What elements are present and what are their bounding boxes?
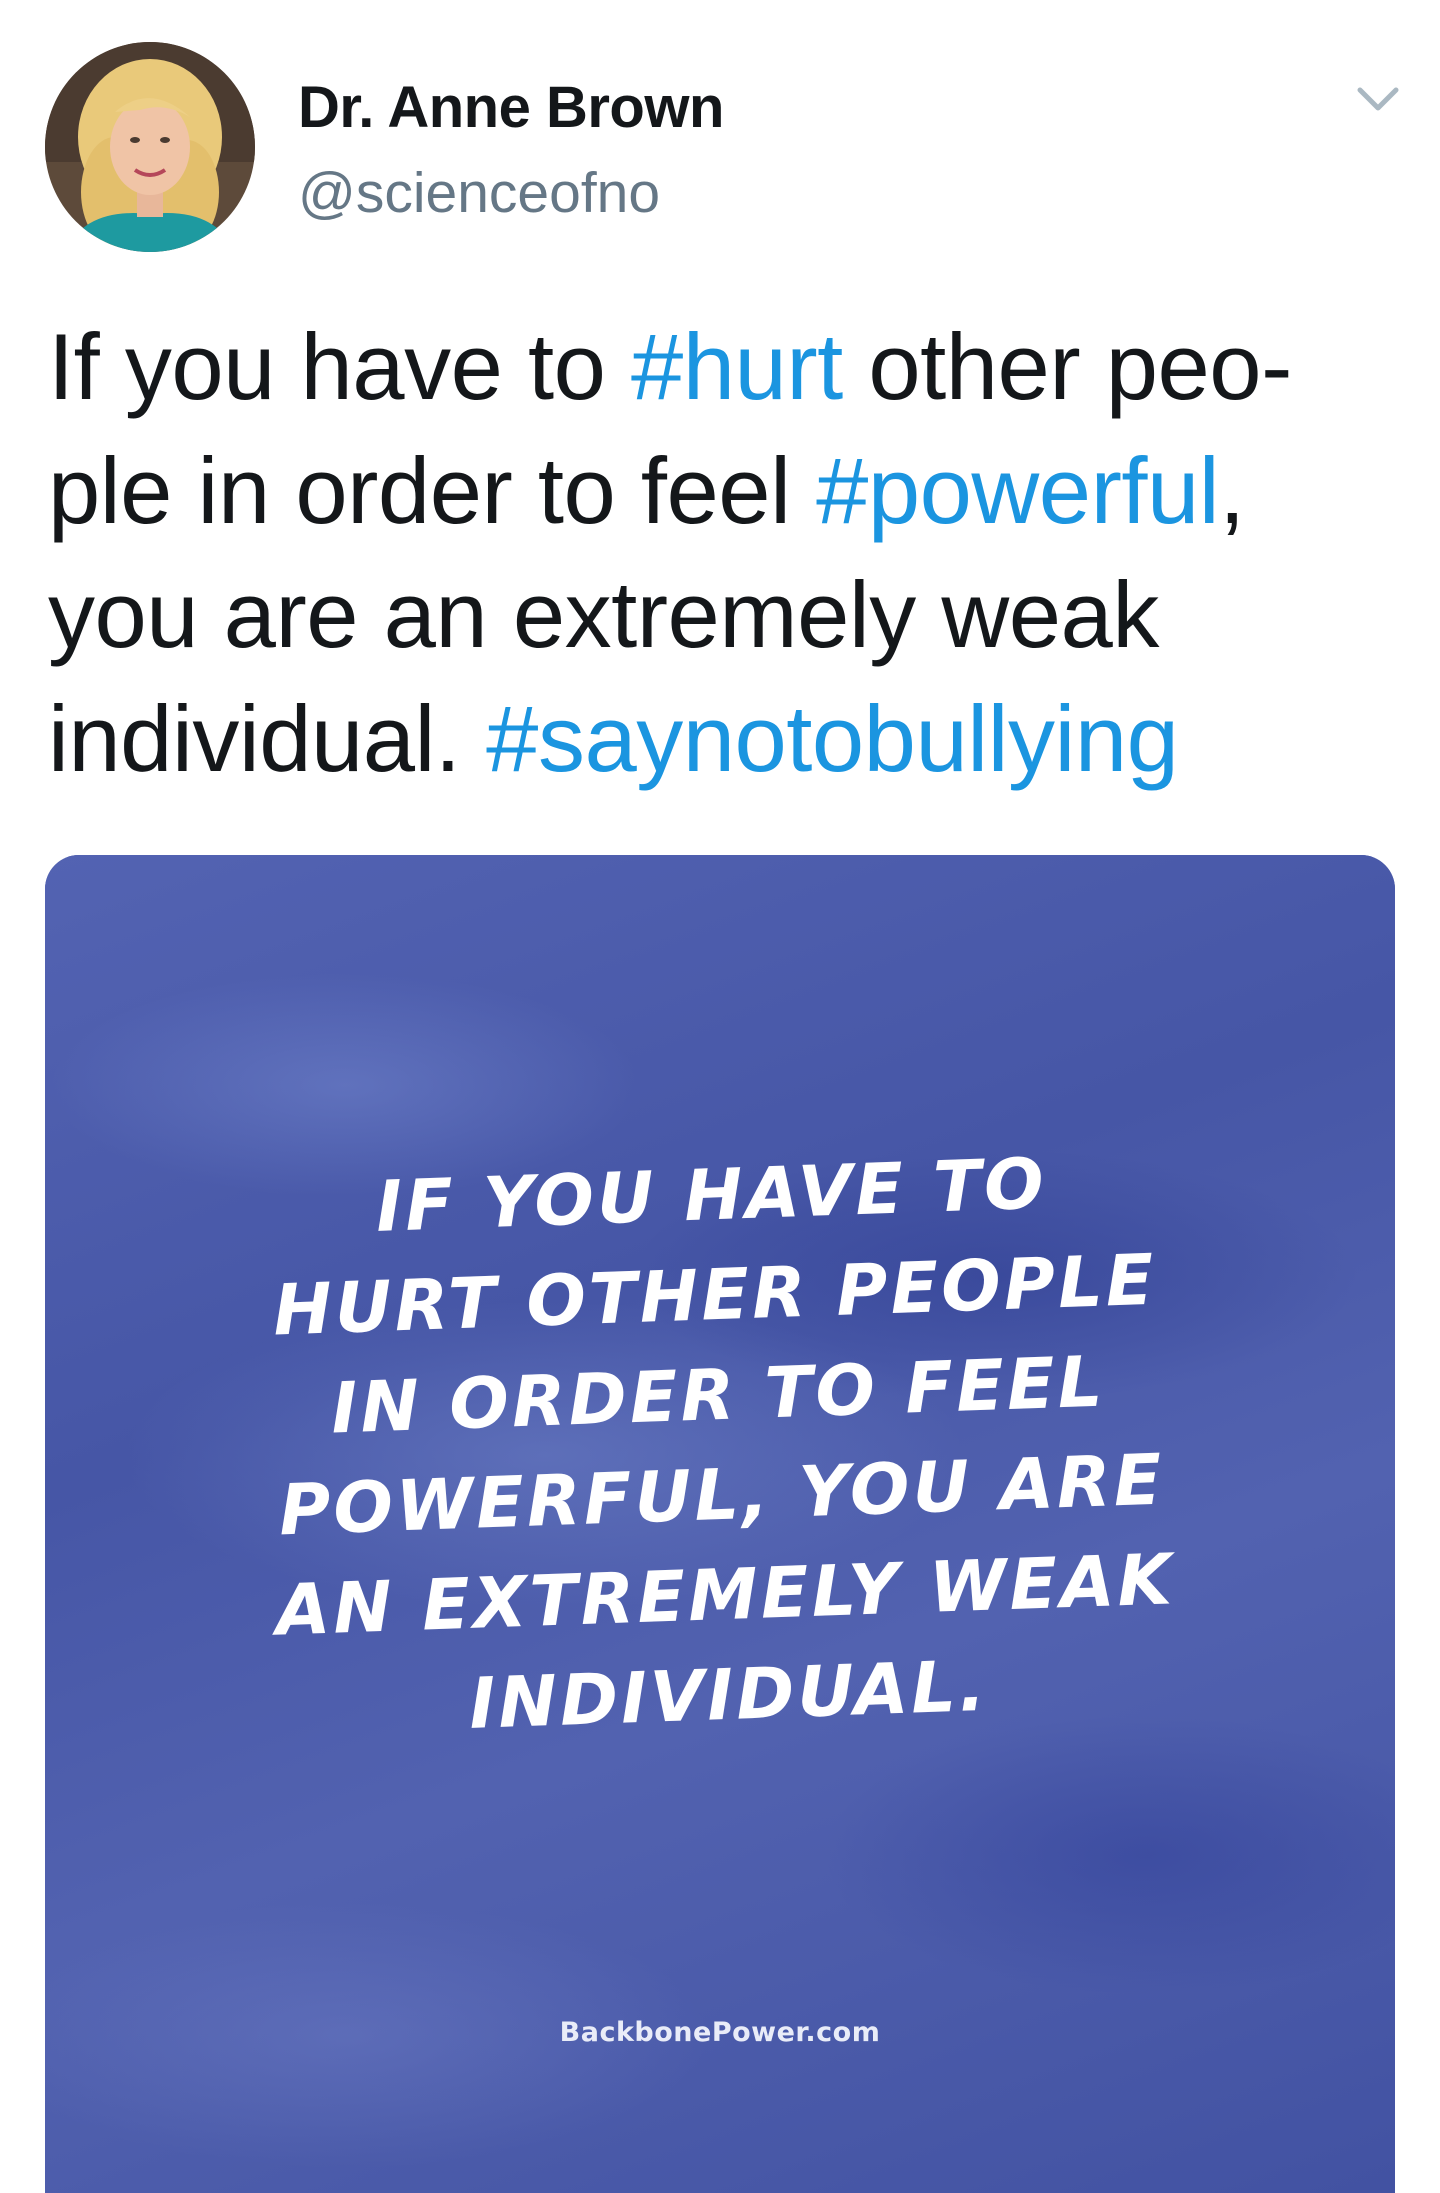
avatar-photo [45,42,255,252]
tweet-text-line: you are an extremely weak [48,562,1159,667]
hashtag-link[interactable]: #hurt [631,314,843,419]
hashtag-link[interactable]: #powerful [816,438,1220,543]
tweet-text-line: individual. #saynotobullying [48,677,1398,801]
tweet-text-fragment: other peo- [842,314,1292,419]
tweet-card: Dr. Anne Brown @scienceofno If you have … [0,0,1440,2193]
tweet-text: If you have to #hurt other peo- ple in o… [48,305,1398,801]
tweet-media-image[interactable]: IF YOU HAVE TO HURT OTHER PEOPLE IN ORDE… [45,855,1395,2193]
quote-text: IF YOU HAVE TO HURT OTHER PEOPLE IN ORDE… [45,1122,1395,1769]
tweet-text-line: ple in order to feel #powerful, [48,429,1398,553]
tweet-text-fragment: , [1219,438,1245,543]
author-name[interactable]: Dr. Anne Brown [298,74,724,141]
tweet-text-fragment: ple in order to feel [48,438,817,543]
tweet-text-fragment: If you have to [48,314,631,419]
tweet-text-line: If you have to #hurt other peo- [48,305,1398,429]
author-avatar[interactable] [45,42,255,252]
tweet-text-fragment: individual. [48,686,487,791]
hashtag-link[interactable]: #saynotobullying [486,686,1179,791]
chevron-down-icon[interactable] [1352,80,1404,120]
media-watermark: BackbonePower.com [559,2017,881,2048]
author-handle[interactable]: @scienceofno [298,160,660,226]
